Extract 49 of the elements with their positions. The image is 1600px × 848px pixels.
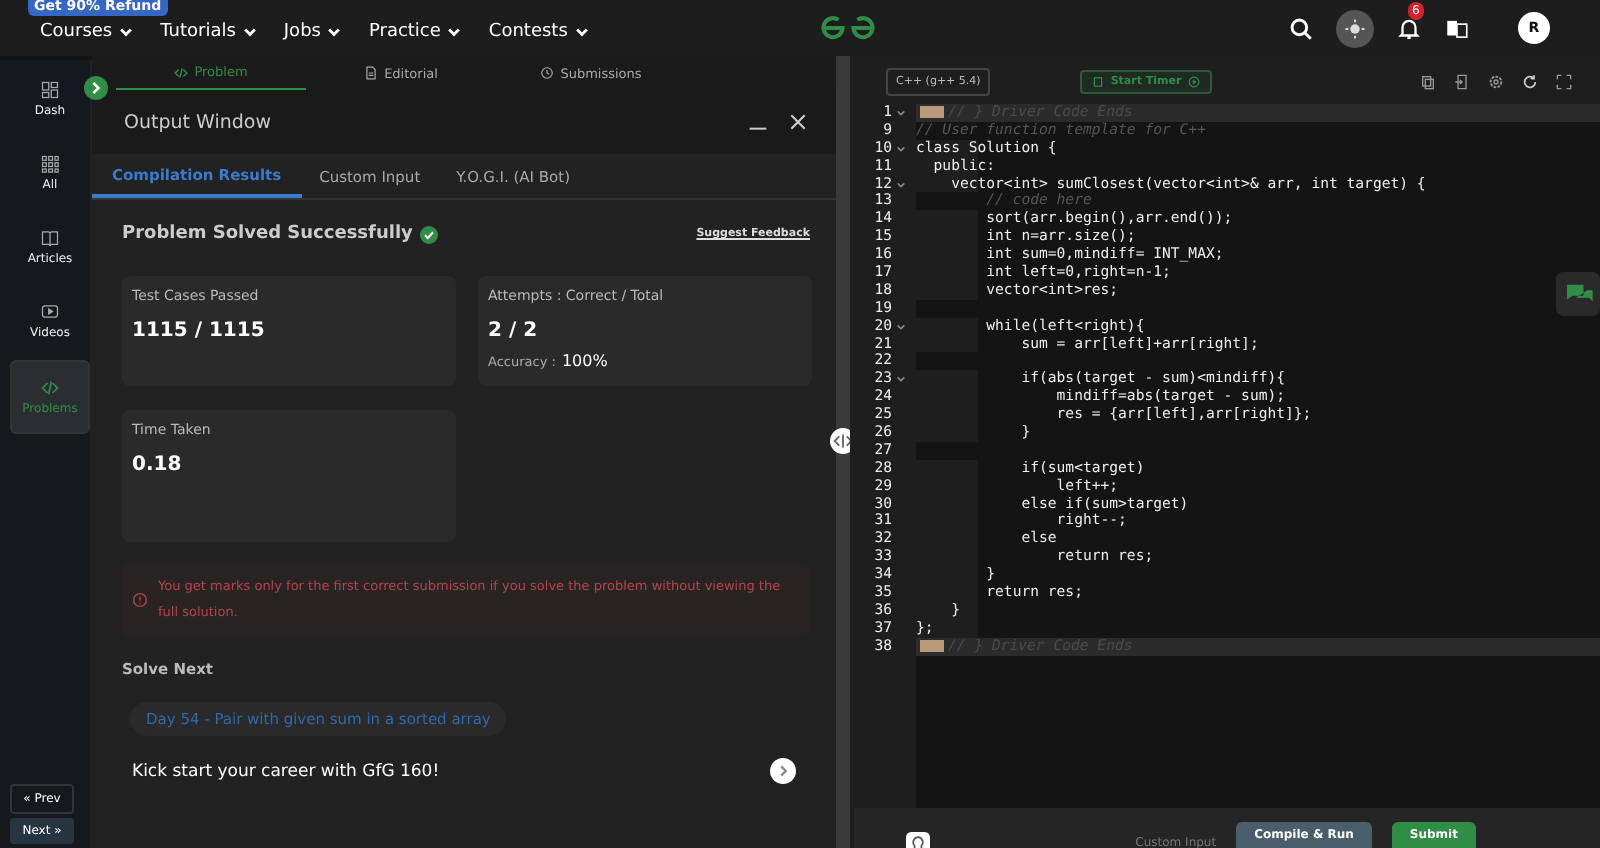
bell-icon[interactable] — [1396, 15, 1422, 41]
fold-caret-icon[interactable] — [896, 143, 906, 154]
clock-icon — [540, 66, 555, 80]
nav-menu-item[interactable]: Contests — [488, 22, 590, 42]
translate-icon[interactable] — [1444, 15, 1470, 41]
card-value: 0.18 — [132, 454, 184, 476]
fold-caret-icon[interactable] — [896, 107, 906, 118]
video-icon — [40, 302, 60, 322]
folded-code-marker[interactable] — [920, 640, 944, 653]
book-icon — [40, 228, 60, 248]
nav-menu-item[interactable]: Tutorials — [160, 22, 258, 42]
grid-icon — [40, 80, 60, 100]
settings-icon[interactable] — [1488, 74, 1504, 90]
copy-icon[interactable] — [1420, 74, 1436, 90]
grid-icon — [40, 154, 60, 174]
search-icon[interactable] — [1288, 15, 1314, 41]
code-icon — [174, 65, 189, 79]
document-icon — [364, 66, 379, 80]
fullscreen-icon[interactable] — [1556, 74, 1572, 90]
reset-icon[interactable] — [1522, 74, 1538, 90]
check-circle-icon — [420, 225, 439, 243]
card-value: 1115 / 1115 — [132, 320, 267, 342]
arrow-right-button[interactable] — [770, 758, 796, 784]
fold-caret-icon[interactable] — [896, 374, 906, 385]
import-icon[interactable] — [1454, 74, 1470, 90]
chevron-down-icon — [241, 24, 258, 40]
nav-menu-item[interactable]: Practice — [368, 22, 463, 42]
theme-toggle-icon[interactable] — [1336, 9, 1374, 47]
chevron-down-icon — [326, 24, 343, 40]
status-heading: Problem Solved Successfully — [122, 224, 413, 244]
fold-caret-icon[interactable] — [896, 321, 906, 332]
code-icon — [40, 378, 60, 398]
nav-menu-item[interactable]: Courses — [40, 22, 135, 42]
folded-code-marker[interactable] — [920, 106, 944, 119]
nav-menu-item[interactable]: Jobs — [283, 22, 343, 42]
close-icon[interactable] — [788, 112, 808, 132]
window-title: Output Window — [124, 111, 271, 133]
card-value: 2 / 2 — [488, 320, 540, 342]
promo-text: Kick start your career with GfG 160! — [132, 761, 440, 781]
fold-caret-icon[interactable] — [896, 179, 906, 189]
accuracy-value: 100% — [561, 352, 608, 370]
chevron-down-icon — [118, 24, 135, 40]
play-icon — [1187, 76, 1200, 88]
chat-icon[interactable] — [1556, 272, 1600, 316]
info-icon — [132, 592, 148, 608]
chevron-down-icon — [573, 24, 590, 40]
logo-icon[interactable] — [817, 12, 878, 44]
chevron-down-icon — [446, 24, 463, 40]
timer-icon — [1092, 76, 1105, 88]
